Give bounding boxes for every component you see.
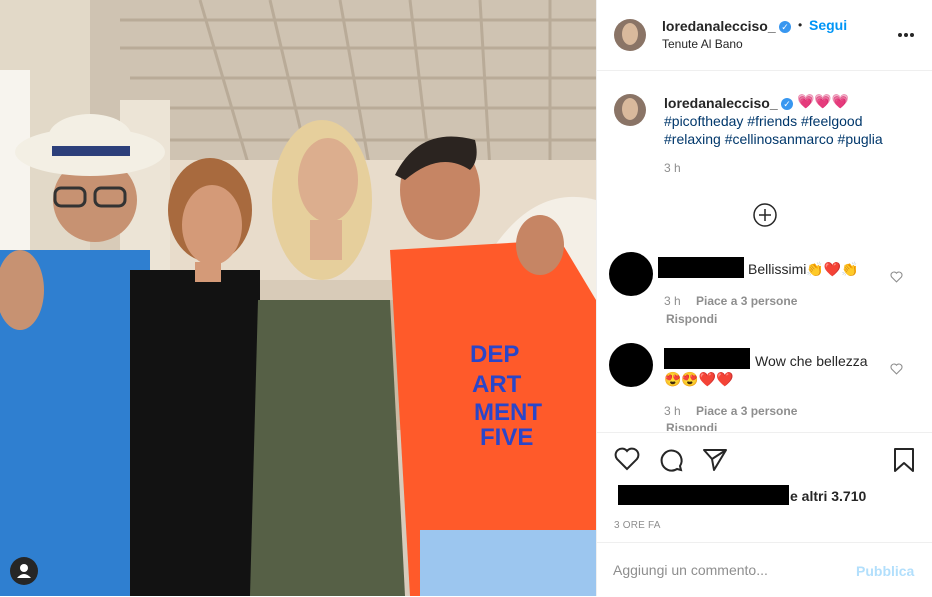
comment-text: Bellissimi👏❤️👏 [748, 261, 859, 277]
avatar[interactable] [614, 19, 646, 51]
post-time: 3 ORE FA [614, 520, 661, 531]
redacted-likers [618, 485, 789, 505]
redacted-username [664, 348, 750, 369]
avatar[interactable] [614, 94, 646, 126]
shirt-text-line: DEP [470, 341, 519, 368]
header-username[interactable]: loredanalecciso_ [662, 18, 776, 34]
shirt-text-line: ART [472, 371, 522, 398]
like-comment-icon[interactable] [890, 363, 903, 375]
comment-time: 3 h [664, 294, 681, 308]
bookmark-icon[interactable] [893, 447, 915, 473]
reply-button[interactable]: Rispondi [666, 421, 717, 431]
avatar[interactable] [609, 343, 653, 387]
more-icon[interactable] [897, 32, 915, 38]
comment-input[interactable] [613, 559, 843, 581]
caption-time: 3 h [664, 161, 681, 175]
post-header: loredanalecciso_ ✓ • Segui Tenute Al Ban… [597, 0, 932, 71]
likes-count[interactable]: e altri 3.710 [790, 488, 866, 504]
comment-likes[interactable]: Piace a 3 persone [696, 404, 797, 418]
comment-likes[interactable]: Piace a 3 persone [696, 294, 797, 308]
action-bar: e altri 3.710 3 ORE FA [597, 432, 932, 543]
heart-icon[interactable] [614, 447, 640, 471]
publish-button[interactable]: Pubblica [856, 563, 914, 579]
comment-box: Pubblica [597, 542, 932, 597]
post-photo[interactable]: DEP ART MENT FIVE [0, 0, 596, 596]
reply-clip: Rispondi [597, 419, 932, 431]
photo-illustration: DEP ART MENT FIVE [0, 0, 596, 596]
add-comment-icon[interactable] [753, 203, 777, 227]
shirt-text-line: FIVE [480, 424, 533, 451]
comment-text-emoji: 😍😍❤️❤️ [664, 371, 734, 387]
verified-icon: ✓ [779, 21, 791, 33]
caption-hashtags-line1[interactable]: #picoftheday #friends #feelgood [664, 113, 862, 129]
shirt-text-line: MENT [474, 399, 542, 426]
follow-button[interactable]: Segui [809, 17, 847, 33]
verified-icon: ✓ [781, 98, 793, 110]
caption-username[interactable]: loredanalecciso_ [664, 95, 778, 111]
reply-button[interactable]: Rispondi [666, 312, 717, 326]
redacted-username [658, 257, 744, 278]
header-location[interactable]: Tenute Al Bano [662, 37, 743, 51]
comment-text: Wow che bellezza [755, 353, 868, 369]
comment-icon[interactable] [658, 447, 684, 473]
caption-hearts: 💗💗💗 [797, 93, 850, 109]
avatar[interactable] [609, 252, 653, 296]
like-comment-icon[interactable] [890, 271, 903, 283]
comment-time: 3 h [664, 404, 681, 418]
caption-hashtags-line2[interactable]: #relaxing #cellinosanmarco #puglia [664, 131, 883, 147]
header-separator: • [798, 18, 803, 32]
share-icon[interactable] [702, 447, 728, 473]
post-side-panel: loredanalecciso_ ✓ • Segui Tenute Al Ban… [596, 0, 932, 596]
user-tag-icon[interactable] [10, 557, 38, 585]
